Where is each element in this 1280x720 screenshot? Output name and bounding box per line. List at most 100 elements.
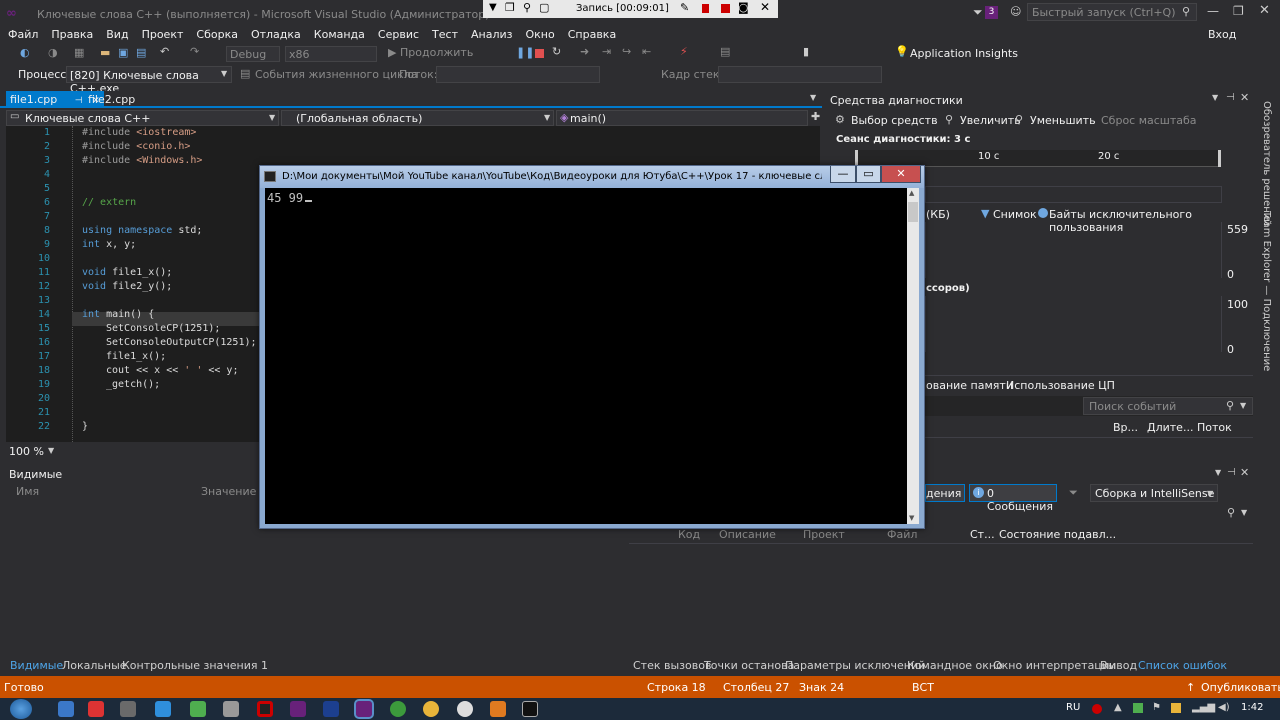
notification-badge[interactable]: 3 [985, 6, 998, 19]
zoom-level[interactable]: 100 % [9, 445, 44, 458]
network-icon[interactable]: ▂▄▆ [1192, 702, 1215, 713]
save-all-icon[interactable]: ▤ [136, 46, 146, 59]
maximize-icon[interactable]: ❐ [1233, 4, 1244, 18]
platform-select[interactable]: x86 [285, 46, 377, 62]
undo-icon[interactable]: ↶ [160, 45, 169, 58]
column-line[interactable]: Ст... [970, 528, 995, 541]
messages-filter[interactable]: i 0 Сообщения [969, 484, 1057, 513]
pin-icon[interactable]: ⊣ [75, 96, 83, 106]
bookmark-icon[interactable]: ▮ [803, 45, 809, 58]
memory-graph[interactable] [925, 222, 1222, 278]
console-close-icon[interactable]: ✕ [881, 166, 921, 183]
tab-exception-settings[interactable]: Параметры исключений [785, 659, 925, 672]
feedback-icon[interactable]: ☺ [1010, 5, 1021, 18]
new-project-icon[interactable]: ▦ [74, 46, 84, 59]
menu-item[interactable]: Сборка [196, 28, 238, 41]
console-minimize-icon[interactable]: — [830, 166, 856, 183]
taskbar-app-icon[interactable] [490, 701, 506, 717]
minimize-icon[interactable]: — [1207, 4, 1219, 18]
close-icon[interactable]: ✕ [1259, 3, 1270, 18]
taskbar-app-icon[interactable] [390, 701, 406, 717]
event-search-input[interactable]: Поиск событий ⚲ ▼ [1083, 397, 1253, 415]
taskbar-app-icon[interactable] [155, 701, 171, 717]
taskbar-vs-active-icon[interactable] [354, 699, 374, 719]
search-icon[interactable]: ⚲ [1227, 506, 1235, 519]
pin-icon[interactable]: ⊣ [1226, 92, 1235, 103]
taskbar-vs-icon[interactable] [290, 701, 306, 717]
tray-icon[interactable]: ⚑ [1152, 702, 1161, 713]
taskbar-recorder-icon[interactable] [257, 701, 273, 717]
close-icon[interactable]: ✕ [1240, 466, 1249, 479]
step-into-icon[interactable]: ⇥ [602, 45, 611, 58]
menu-item[interactable]: Тест [432, 28, 458, 41]
step-over-icon[interactable]: ↪ [622, 45, 631, 58]
menu-item[interactable]: Вид [106, 28, 128, 41]
recorder-restore-icon[interactable]: ❐ [505, 1, 515, 14]
project-select[interactable]: ▭ Ключевые слова C++ ▼ [6, 110, 279, 126]
comment-icon[interactable]: ▤ [720, 45, 730, 58]
scope-select[interactable]: (Глобальная область) ▼ [281, 110, 554, 126]
dropdown-icon[interactable]: ▼ [1212, 93, 1218, 102]
tab-command-window[interactable]: Командное окно [907, 659, 1003, 672]
back-icon[interactable]: ◐ [20, 46, 30, 59]
tab-cpu-usage[interactable]: Использование ЦП [1006, 379, 1115, 392]
warnings-filter[interactable]: дения [925, 484, 965, 502]
recorder-close-icon[interactable]: ✕ [760, 0, 770, 14]
tab-memory-usage[interactable]: ование памяти [926, 379, 1013, 392]
pin-icon[interactable]: ⊣ [1227, 467, 1236, 478]
tab-locals[interactable]: Локальные [62, 659, 127, 672]
recorder-dropdown-icon[interactable]: ▼ [489, 2, 497, 13]
pause-icon[interactable]: ❚❚ [516, 46, 534, 59]
language-indicator[interactable]: RU [1066, 702, 1080, 713]
menu-item[interactable]: Отладка [251, 28, 301, 41]
scroll-up-icon[interactable]: ▲ [909, 189, 914, 197]
chevron-down-icon[interactable]: ▼ [1241, 508, 1247, 517]
chevron-down-icon[interactable]: ▼ [1240, 401, 1246, 410]
column-name[interactable]: Имя [16, 485, 39, 498]
console-title-bar[interactable]: D:\Мои документы\Мой YouTube канал\YouTu… [260, 166, 924, 188]
menu-item[interactable]: Справка [568, 28, 616, 41]
cpu-graph[interactable] [925, 296, 1222, 352]
column-duration[interactable]: Длите... [1147, 421, 1193, 434]
column-project[interactable]: Проект [803, 528, 845, 541]
recorder-region-icon[interactable]: ▢ [539, 1, 549, 14]
menu-item[interactable]: Команда [314, 28, 365, 41]
start-button-icon[interactable] [10, 699, 32, 719]
step-out-icon[interactable]: ⇤ [642, 45, 651, 58]
taskbar-photoshop-icon[interactable] [323, 701, 339, 717]
build-filter-select[interactable]: Сборка и IntelliSense ▼ [1090, 484, 1218, 502]
recorder-camera-icon[interactable]: ◙ [738, 1, 749, 14]
taskbar-app-icon[interactable] [190, 701, 206, 717]
column-file[interactable]: Файл [887, 528, 917, 541]
column-description[interactable]: Описание [719, 528, 776, 541]
tab-watch-1[interactable]: Контрольные значения 1 [122, 659, 268, 672]
member-select[interactable]: ◈ main() [556, 110, 808, 126]
hot-reload-icon[interactable]: ⚡ [680, 45, 688, 58]
config-select[interactable]: Debug [226, 46, 280, 62]
lifecycle-events[interactable]: События жизненного цикла [255, 68, 418, 81]
tray-icon[interactable] [1171, 703, 1181, 713]
column-time[interactable]: Вр... [1113, 421, 1138, 434]
tray-icon[interactable] [1133, 703, 1143, 713]
thread-select[interactable] [436, 66, 600, 83]
menu-item[interactable]: Анализ [471, 28, 513, 41]
stack-frame-select[interactable] [718, 66, 882, 83]
taskbar-yandex-browser-icon[interactable] [457, 701, 473, 717]
zoom-out-button[interactable]: Уменьшить [1030, 114, 1096, 127]
solution-explorer-tab[interactable]: Обозреватель решений [1261, 101, 1272, 226]
restart-icon[interactable]: ↻ [552, 45, 561, 58]
app-insights-button[interactable]: Application Insights [910, 47, 1018, 60]
tray-icon[interactable]: ▲ [1114, 702, 1122, 713]
tab-file2[interactable]: file2.cpp [84, 91, 139, 108]
console-scrollbar[interactable]: ▲ ▼ [907, 188, 919, 524]
show-next-statement-icon[interactable]: ➜ [580, 45, 589, 58]
menu-item[interactable]: Правка [51, 28, 93, 41]
filter-icon[interactable]: ⏷ [1069, 486, 1078, 500]
column-thread[interactable]: Поток [1197, 421, 1232, 434]
recorder-pen-icon[interactable]: ✎ [680, 1, 689, 14]
column-value[interactable]: Значение [201, 485, 256, 498]
recorder-pause-icon[interactable] [702, 4, 709, 13]
redo-icon[interactable]: ↷ [190, 45, 199, 58]
menu-item[interactable]: Проект [142, 28, 184, 41]
tab-watch-autos[interactable]: Видимые [10, 659, 63, 672]
